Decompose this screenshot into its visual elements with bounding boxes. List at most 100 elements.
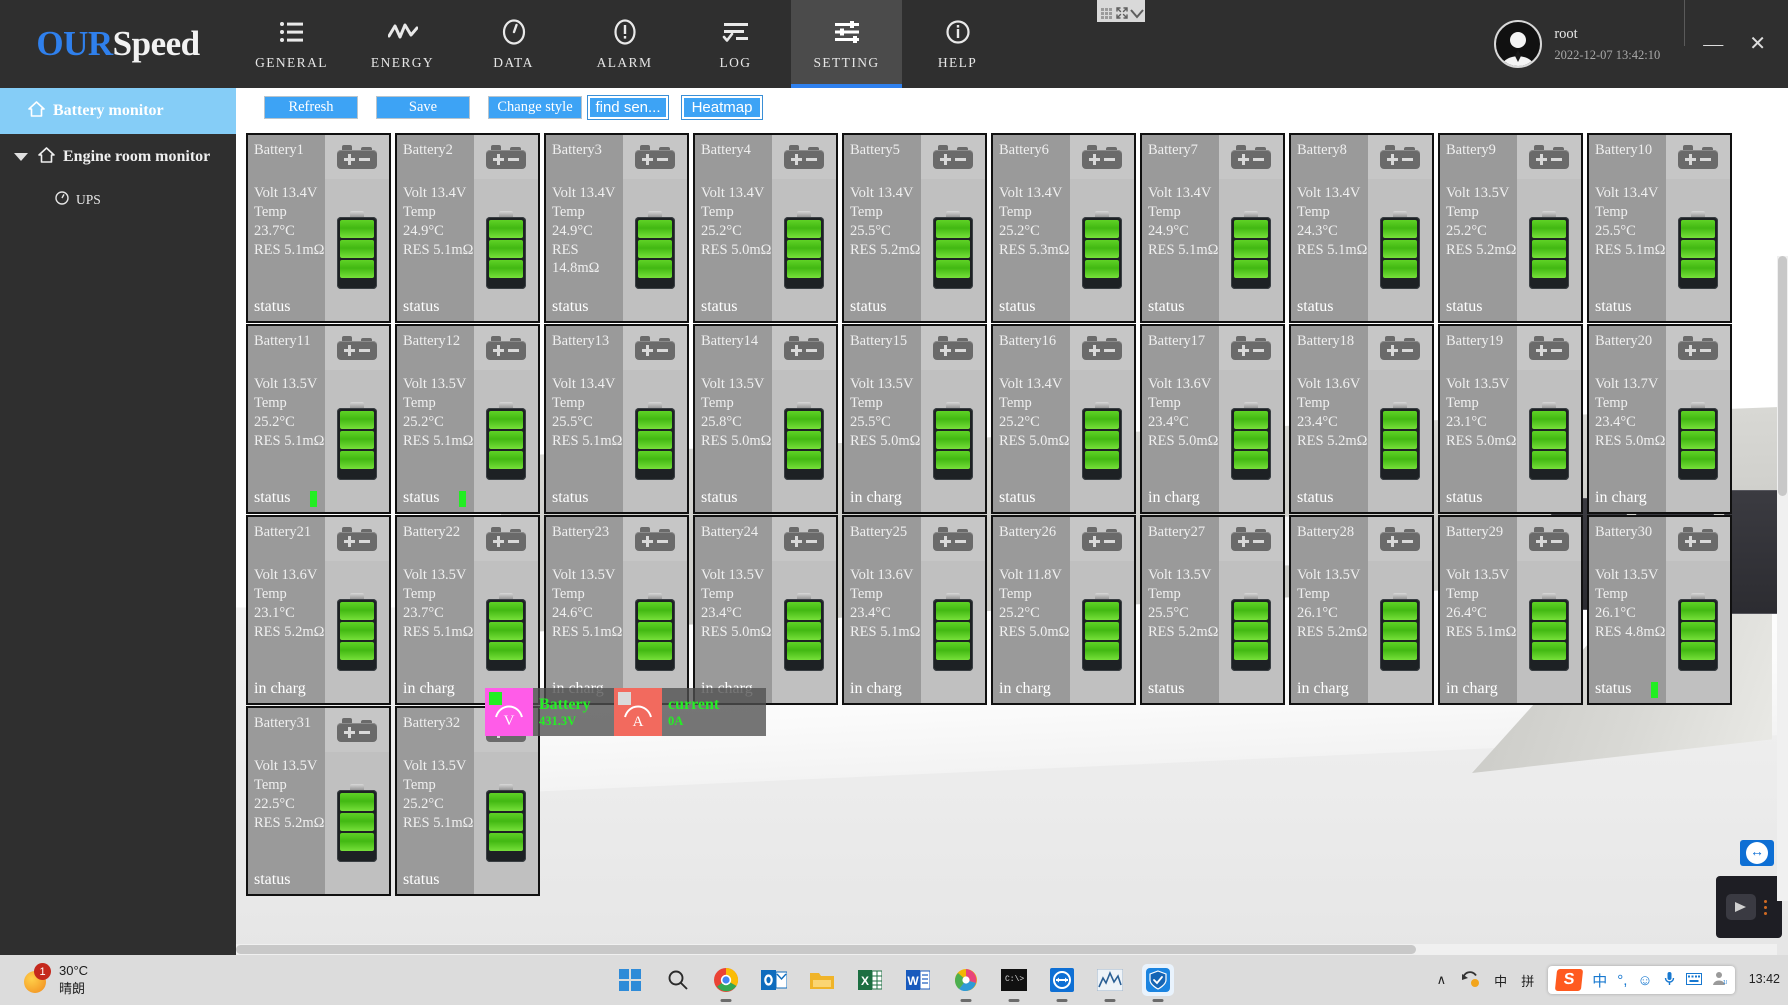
taskbar-word-icon[interactable]: W bbox=[902, 964, 934, 996]
taskbar-chrome-icon[interactable] bbox=[710, 964, 742, 996]
taskbar-terminal-icon[interactable]: C:\> bbox=[998, 964, 1030, 996]
battery-card[interactable]: Battery15Volt 13.5VTemp 25.5°CRES 5.0mΩi… bbox=[842, 324, 987, 514]
taskbar-security-app-icon[interactable] bbox=[1142, 964, 1174, 996]
battery-card[interactable]: Battery14Volt 13.5VTemp 25.8°CRES 5.0mΩs… bbox=[693, 324, 838, 514]
sogou-punctuation-icon[interactable]: °, bbox=[1617, 972, 1627, 989]
sidebar-item-ups[interactable]: UPS bbox=[0, 180, 236, 220]
battery-level-icon bbox=[623, 370, 687, 512]
nav-label: SETTING bbox=[813, 55, 879, 71]
battery-card[interactable]: Battery27Volt 13.5VTemp 25.5°CRES 5.2mΩs… bbox=[1140, 515, 1285, 705]
weather-widget[interactable]: 1 30°C 晴朗 bbox=[0, 962, 88, 997]
battery-card[interactable]: Battery12Volt 13.5VTemp 25.2°CRES 5.1mΩs… bbox=[395, 324, 540, 514]
user-area[interactable]: root 2022-12-07 13:42:10 bbox=[1494, 0, 1670, 88]
battery-card[interactable]: Battery29Volt 13.5VTemp 26.4°CRES 5.1mΩi… bbox=[1438, 515, 1583, 705]
battery-card[interactable]: Battery24Volt 13.5VTemp 23.4°CRES 5.0mΩi… bbox=[693, 515, 838, 705]
battery-card[interactable]: Battery28Volt 13.5VTemp 26.1°CRES 5.2mΩi… bbox=[1289, 515, 1434, 705]
media-overlay-widget[interactable] bbox=[1716, 876, 1782, 938]
battery-card[interactable]: Battery17Volt 13.6VTemp 23.4°CRES 5.0mΩi… bbox=[1140, 324, 1285, 514]
change-style-button[interactable]: Change style bbox=[488, 96, 582, 119]
taskbar-photos-icon[interactable] bbox=[950, 964, 982, 996]
close-button[interactable]: ✕ bbox=[1749, 34, 1766, 54]
sogou-keyboard-icon[interactable] bbox=[1686, 972, 1702, 989]
taskbar-outlook-icon[interactable] bbox=[758, 964, 790, 996]
battery-card[interactable]: Battery16Volt 13.4VTemp 25.2°CRES 5.0mΩs… bbox=[991, 324, 1136, 514]
caret-down-icon[interactable] bbox=[14, 153, 28, 161]
battery-status-text: in charg bbox=[999, 679, 1051, 700]
menu-dots-icon[interactable] bbox=[1764, 900, 1767, 915]
vertical-scrollbar[interactable] bbox=[1777, 256, 1788, 901]
battery-card[interactable]: Battery3Volt 13.4VTemp 24.9°CRES 14.8mΩs… bbox=[544, 133, 689, 323]
taskbar-excel-icon[interactable]: X bbox=[854, 964, 886, 996]
save-button[interactable]: Save bbox=[376, 96, 470, 119]
sogou-emoji-icon[interactable]: ☺ bbox=[1637, 972, 1652, 989]
battery-card[interactable]: Battery5Volt 13.4VTemp 25.5°CRES 5.2mΩst… bbox=[842, 133, 987, 323]
taskbar-monitor-app-icon[interactable] bbox=[1094, 964, 1126, 996]
refresh-button[interactable]: Refresh bbox=[264, 96, 358, 119]
nav-item-alarm[interactable]: ALARM bbox=[569, 0, 680, 88]
sidebar-item-engine-room-monitor[interactable]: Engine room monitor bbox=[0, 134, 236, 180]
nav-item-help[interactable]: HELP bbox=[902, 0, 1013, 88]
battery-card[interactable]: Battery6Volt 13.4VTemp 25.2°CRES 5.3mΩst… bbox=[991, 133, 1136, 323]
scroll-thumb[interactable] bbox=[236, 945, 1416, 954]
battery-card[interactable]: Battery26Volt 11.8VTemp 25.2°CRES 5.0mΩi… bbox=[991, 515, 1136, 705]
nav-item-energy[interactable]: ENERGY bbox=[347, 0, 458, 88]
sidebar-item-battery-monitor[interactable]: Battery monitor bbox=[0, 88, 236, 134]
chevron-down-icon[interactable] bbox=[1130, 6, 1141, 17]
taskbar-clock[interactable]: 13:42 bbox=[1749, 972, 1780, 988]
teamviewer-overlay-icon[interactable] bbox=[1740, 840, 1774, 866]
battery-card-readings: Volt 13.4VTemp 24.3°CRES 5.1mΩstatus bbox=[1291, 179, 1368, 321]
sogou-microphone-icon[interactable] bbox=[1663, 971, 1676, 990]
res-reading: RES 5.1mΩ bbox=[403, 623, 474, 642]
sogou-logo-icon[interactable]: S bbox=[1555, 969, 1583, 991]
battery-status: in charg bbox=[403, 679, 455, 700]
taskbar-folder-icon[interactable] bbox=[806, 964, 838, 996]
tray-chevron-up-icon[interactable]: ∧ bbox=[1437, 972, 1447, 988]
battery-card[interactable]: Battery22Volt 13.5VTemp 23.7°CRES 5.1mΩi… bbox=[395, 515, 540, 705]
battery-card[interactable]: Battery18Volt 13.6VTemp 23.4°CRES 5.2mΩs… bbox=[1289, 324, 1434, 514]
float-toolbar[interactable] bbox=[1097, 0, 1145, 22]
battery-card[interactable]: Battery10Volt 13.4VTemp 25.5°CRES 5.1mΩs… bbox=[1587, 133, 1732, 323]
taskbar-search-icon[interactable] bbox=[662, 964, 694, 996]
minimize-button[interactable]: — bbox=[1703, 34, 1723, 54]
find-sensor-button[interactable]: find sen... bbox=[588, 96, 668, 119]
battery-card[interactable]: Battery7Volt 13.4VTemp 24.9°CRES 5.1mΩst… bbox=[1140, 133, 1285, 323]
battery-card[interactable]: Battery1Volt 13.4VTemp 23.7°CRES 5.1mΩst… bbox=[246, 133, 391, 323]
battery-card[interactable]: Battery31Volt 13.5VTemp 22.5°CRES 5.2mΩs… bbox=[246, 706, 391, 896]
battery-card[interactable]: Battery20Volt 13.7VTemp 23.4°CRES 5.0mΩi… bbox=[1587, 324, 1732, 514]
nav-item-setting[interactable]: SETTING bbox=[791, 0, 902, 88]
temp-reading: Temp 24.9°C bbox=[403, 203, 474, 241]
battery-card[interactable]: Battery23Volt 13.5VTemp 24.6°CRES 5.1mΩi… bbox=[544, 515, 689, 705]
battery-card[interactable]: Battery25Volt 13.6VTemp 23.4°CRES 5.1mΩi… bbox=[842, 515, 987, 705]
main-nav: GENERAL ENERGY DATA bbox=[236, 0, 1013, 88]
battery-card[interactable]: Battery21Volt 13.6VTemp 23.1°CRES 5.2mΩi… bbox=[246, 515, 391, 705]
battery-card[interactable]: Battery11Volt 13.5VTemp 25.2°CRES 5.1mΩs… bbox=[246, 324, 391, 514]
sogou-chinese-mode-icon[interactable]: 中 bbox=[1592, 970, 1607, 991]
res-reading: RES 5.2mΩ bbox=[1446, 241, 1517, 260]
battery-card[interactable]: Battery8Volt 13.4VTemp 24.3°CRES 5.1mΩst… bbox=[1289, 133, 1434, 323]
battery-card[interactable]: Battery19Volt 13.5VTemp 23.1°CRES 5.0mΩs… bbox=[1438, 324, 1583, 514]
battery-card[interactable]: Battery4Volt 13.4VTemp 25.2°CRES 5.0mΩst… bbox=[693, 133, 838, 323]
arrows-icon bbox=[1746, 842, 1768, 864]
sogou-user-icon[interactable]: 10 bbox=[1712, 971, 1727, 989]
sync-icon[interactable] bbox=[1460, 970, 1480, 991]
ime-pinyin-indicator[interactable]: 拼 bbox=[1521, 971, 1534, 990]
taskbar-teamviewer-icon[interactable] bbox=[1046, 964, 1078, 996]
scroll-thumb[interactable] bbox=[1778, 256, 1787, 496]
battery-card[interactable]: Battery9Volt 13.5VTemp 25.2°CRES 5.2mΩst… bbox=[1438, 133, 1583, 323]
heatmap-button[interactable]: Heatmap bbox=[682, 96, 762, 119]
sogou-ime-toolbar[interactable]: S 中 °, ☺ 10 bbox=[1548, 966, 1735, 994]
battery-card[interactable]: Battery2Volt 13.4VTemp 24.9°CRES 5.1mΩst… bbox=[395, 133, 540, 323]
battery-card[interactable]: Battery30Volt 13.5VTemp 26.1°CRES 4.8mΩs… bbox=[1587, 515, 1732, 705]
grid-icon[interactable] bbox=[1101, 6, 1112, 17]
battery-status-text: status bbox=[552, 488, 588, 509]
horizontal-scrollbar[interactable] bbox=[236, 944, 1777, 955]
taskbar-start-button[interactable] bbox=[614, 964, 646, 996]
ime-mode-indicator[interactable]: 中 bbox=[1494, 971, 1507, 990]
volt-reading: Volt 13.5V bbox=[552, 566, 623, 585]
nav-item-data[interactable]: DATA bbox=[458, 0, 569, 88]
nav-item-log[interactable]: LOG bbox=[680, 0, 791, 88]
nav-item-general[interactable]: GENERAL bbox=[236, 0, 347, 88]
battery-card[interactable]: Battery13Volt 13.4VTemp 25.5°CRES 5.1mΩs… bbox=[544, 324, 689, 514]
expand-icon[interactable] bbox=[1116, 6, 1127, 17]
current-meter[interactable]: A current 0A bbox=[614, 688, 766, 736]
